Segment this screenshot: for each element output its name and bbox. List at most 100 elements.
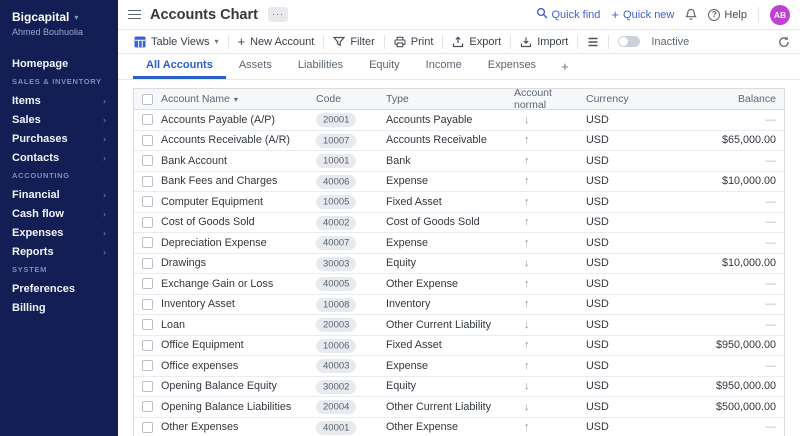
code-badge: 40005 — [316, 277, 356, 291]
row-checkbox[interactable] — [142, 278, 153, 289]
row-checkbox[interactable] — [142, 422, 153, 433]
row-checkbox[interactable] — [142, 299, 153, 310]
row-checkbox[interactable] — [142, 135, 153, 146]
tab[interactable]: All Accounts — [133, 54, 226, 79]
sidebar-item[interactable]: Preferences — [0, 279, 118, 298]
table-row[interactable]: Bank Account 10001 Bank ↑ USD — — [134, 151, 784, 172]
print-button[interactable]: Print — [385, 36, 443, 48]
tab[interactable]: Expenses — [475, 54, 549, 79]
select-all-checkbox[interactable] — [142, 94, 153, 105]
table-row[interactable]: Loan 20003 Other Current Liability ↓ USD… — [134, 315, 784, 336]
inactive-toggle[interactable] — [618, 36, 640, 47]
sidebar-item[interactable]: Billing — [0, 298, 118, 317]
table-row[interactable]: Accounts Receivable (A/R) 10007 Accounts… — [134, 131, 784, 152]
normal-direction-icon: ↑ — [524, 278, 530, 290]
quick-new-button[interactable]: + Quick new — [611, 8, 674, 21]
tab[interactable]: Assets — [226, 54, 285, 79]
table-row[interactable]: Accounts Payable (A/P) 20001 Accounts Pa… — [134, 110, 784, 131]
column-header-code[interactable]: Code — [316, 93, 386, 105]
sidebar-item[interactable]: Homepage — [0, 54, 118, 73]
normal-direction-icon: ↑ — [524, 360, 530, 372]
row-select-cell — [134, 237, 161, 248]
account-normal-cell: ↓ — [514, 401, 586, 413]
balance-cell: — — [661, 298, 784, 310]
sidebar-item[interactable]: Financial › — [0, 185, 118, 204]
row-checkbox[interactable] — [142, 381, 153, 392]
code-badge: 10006 — [316, 339, 356, 353]
balance-cell: — — [661, 237, 784, 249]
row-checkbox[interactable] — [142, 319, 153, 330]
add-tab-button[interactable]: + — [549, 54, 581, 79]
account-type-cell: Other Current Liability — [386, 401, 514, 413]
table-row[interactable]: Opening Balance Liabilities 20004 Other … — [134, 397, 784, 418]
table-row[interactable]: Other Expenses 40001 Other Expense ↑ USD… — [134, 418, 784, 436]
notifications-bell-button[interactable] — [685, 8, 697, 21]
table-row[interactable]: Office Equipment 10006 Fixed Asset ↑ USD… — [134, 336, 784, 357]
row-checkbox[interactable] — [142, 401, 153, 412]
refresh-button[interactable] — [778, 36, 790, 48]
new-account-button[interactable]: + New Account — [229, 35, 324, 48]
table-views-button[interactable]: Table Views ▾ — [125, 36, 228, 48]
table-row[interactable]: Drawings 30003 Equity ↓ USD $10,000.00 — [134, 254, 784, 275]
currency-cell: USD — [586, 257, 661, 269]
page-title: Accounts Chart — [150, 7, 258, 23]
column-header-currency[interactable]: Currency — [586, 93, 661, 105]
user-avatar[interactable]: AB — [770, 5, 790, 25]
account-name-cell: Exchange Gain or Loss — [161, 278, 316, 290]
balance-cell: — — [661, 319, 784, 331]
row-select-cell — [134, 196, 161, 207]
filter-funnel-icon — [333, 36, 345, 47]
import-button[interactable]: Import — [511, 36, 577, 48]
sidebar-item[interactable]: Sales › — [0, 110, 118, 129]
sidebar-item[interactable]: Items › — [0, 91, 118, 110]
table-row[interactable]: Inventory Asset 10008 Inventory ↑ USD — — [134, 295, 784, 316]
currency-cell: USD — [586, 278, 661, 290]
sidebar-item[interactable]: Purchases › — [0, 129, 118, 148]
plus-icon: + — [611, 8, 619, 21]
hamburger-menu-icon[interactable] — [128, 10, 141, 20]
account-name-cell: Inventory Asset — [161, 298, 316, 310]
column-header-account-name[interactable]: Account Name▾ — [161, 93, 316, 105]
column-header-type[interactable]: Type — [386, 93, 514, 105]
quick-find-button[interactable]: Quick find — [536, 7, 601, 22]
normal-direction-icon: ↑ — [524, 298, 530, 310]
sidebar-item[interactable]: Cash flow › — [0, 204, 118, 223]
row-checkbox[interactable] — [142, 217, 153, 228]
tabs-bar: All Accounts Assets Liabilities Equity I… — [133, 54, 549, 79]
filter-button[interactable]: Filter — [324, 36, 383, 48]
column-header-account-normal[interactable]: Account normal — [514, 87, 586, 111]
tab[interactable]: Liabilities — [285, 54, 356, 79]
sidebar-item[interactable]: Expenses › — [0, 223, 118, 242]
account-normal-cell: ↓ — [514, 380, 586, 392]
row-checkbox[interactable] — [142, 176, 153, 187]
table-row[interactable]: Bank Fees and Charges 40006 Expense ↑ US… — [134, 172, 784, 193]
account-type-cell: Expense — [386, 237, 514, 249]
row-density-button[interactable] — [578, 37, 608, 47]
export-button[interactable]: Export — [443, 36, 510, 48]
tab[interactable]: Equity — [356, 54, 413, 79]
table-row[interactable]: Depreciation Expense 40007 Expense ↑ USD… — [134, 233, 784, 254]
help-button[interactable]: ? Help — [708, 9, 747, 21]
sidebar-item[interactable]: Reports › — [0, 242, 118, 261]
table-row[interactable]: Exchange Gain or Loss 40005 Other Expens… — [134, 274, 784, 295]
table-row[interactable]: Opening Balance Equity 30002 Equity ↓ US… — [134, 377, 784, 398]
row-checkbox[interactable] — [142, 258, 153, 269]
org-switcher[interactable]: Bigcapital ▾ — [0, 10, 118, 24]
row-checkbox[interactable] — [142, 237, 153, 248]
sidebar-item[interactable]: Contacts › — [0, 148, 118, 167]
main-area: Accounts Chart ··· Quick find + Quick ne… — [118, 0, 800, 436]
more-options-button[interactable]: ··· — [268, 7, 288, 22]
row-checkbox[interactable] — [142, 360, 153, 371]
normal-direction-icon: ↑ — [524, 196, 530, 208]
table-row[interactable]: Office expenses 40003 Expense ↑ USD — — [134, 356, 784, 377]
tab[interactable]: Income — [413, 54, 475, 79]
row-checkbox[interactable] — [142, 114, 153, 125]
account-code-cell: 20001 — [316, 114, 386, 126]
account-normal-cell: ↑ — [514, 360, 586, 372]
column-header-balance[interactable]: Balance — [661, 93, 784, 105]
row-checkbox[interactable] — [142, 155, 153, 166]
table-row[interactable]: Computer Equipment 10005 Fixed Asset ↑ U… — [134, 192, 784, 213]
row-checkbox[interactable] — [142, 340, 153, 351]
table-row[interactable]: Cost of Goods Sold 40002 Cost of Goods S… — [134, 213, 784, 234]
row-checkbox[interactable] — [142, 196, 153, 207]
